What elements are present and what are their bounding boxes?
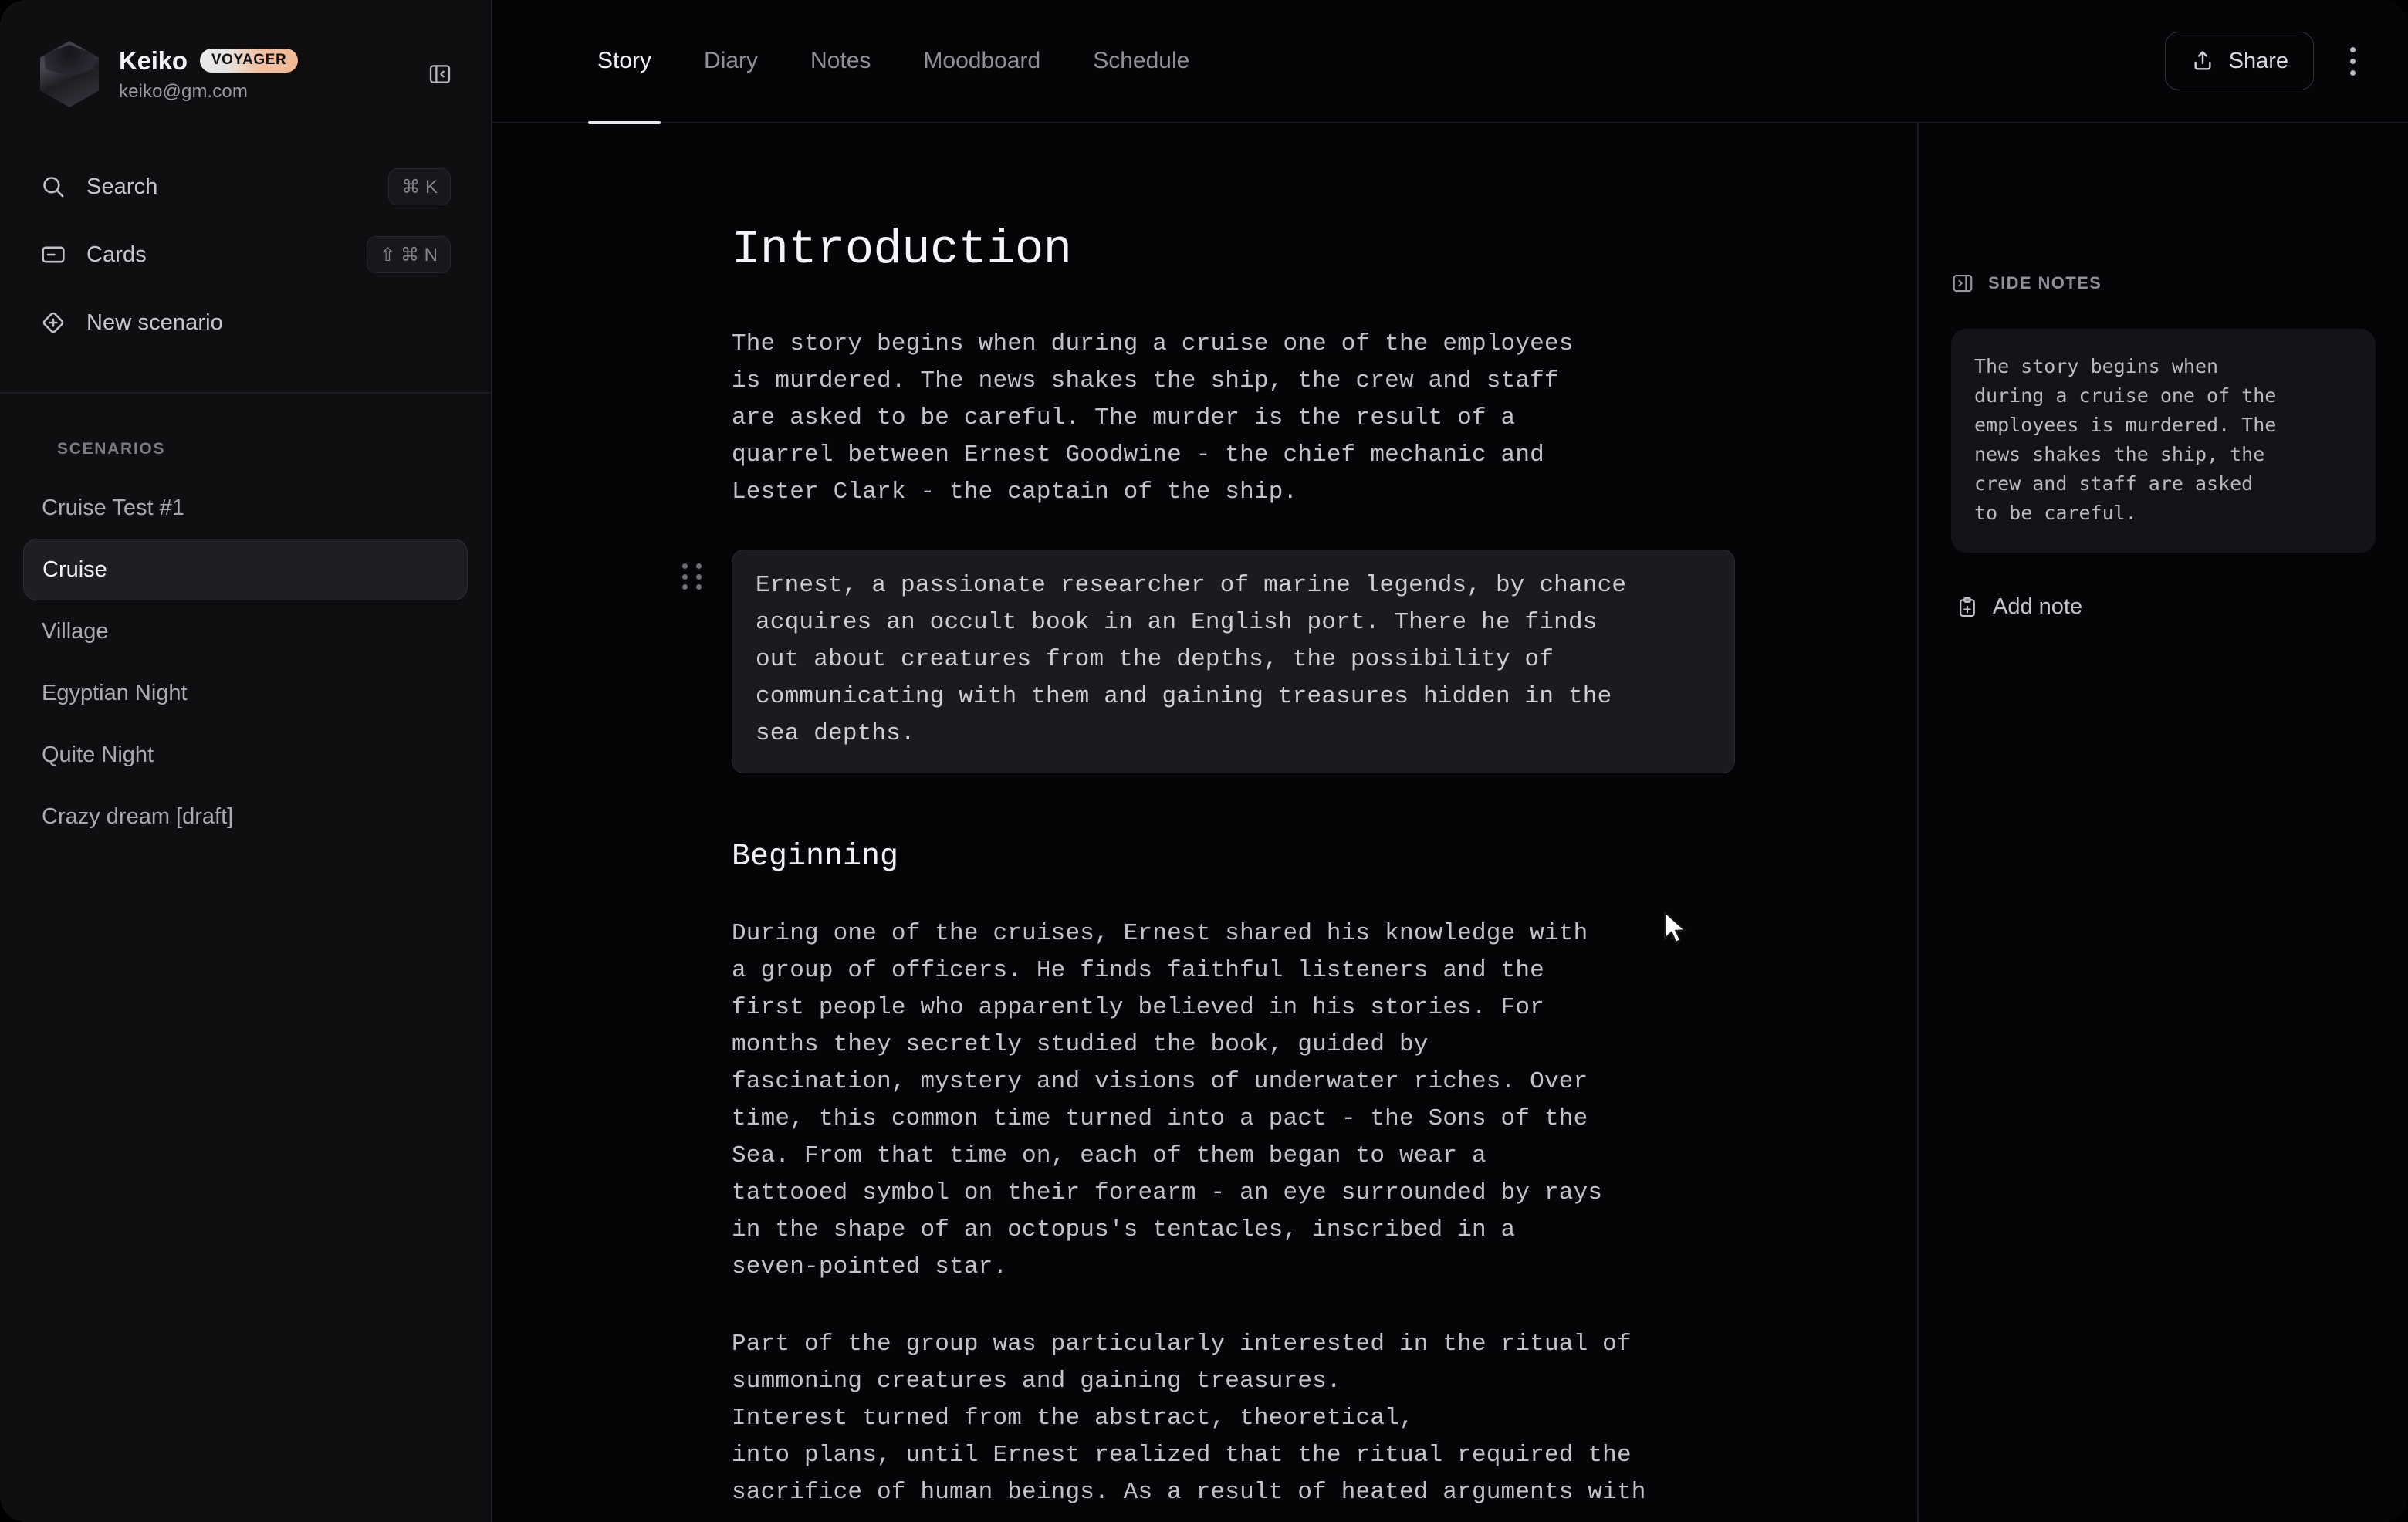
sidebar: Keiko VOYAGER keiko@gm.com Search ⌘ K Ca… bbox=[0, 0, 492, 1522]
drag-handle-dots-icon[interactable] bbox=[682, 563, 704, 590]
sidebar-item-new-scenario[interactable]: New scenario bbox=[23, 289, 468, 357]
body-row: Introduction The story begins when durin… bbox=[492, 123, 2408, 1522]
tab-notes[interactable]: Notes bbox=[784, 0, 897, 123]
scenario-item-cruise-test-1[interactable]: Cruise Test #1 bbox=[23, 477, 468, 539]
side-notes-panel: SIDE NOTES The story begins when during … bbox=[1917, 123, 2408, 1522]
main-column: Story Diary Notes Moodboard Schedule Sha… bbox=[492, 0, 2408, 1522]
sidebar-nav: Search ⌘ K Cards ⇧ ⌘ N New scenario bbox=[0, 148, 491, 357]
sidebar-item-label: Cards bbox=[86, 242, 147, 267]
top-bar-actions: Share bbox=[2164, 32, 2374, 90]
document-scroll: Introduction The story begins when durin… bbox=[492, 123, 1917, 1511]
avatar-image bbox=[40, 41, 99, 107]
tab-story[interactable]: Story bbox=[571, 0, 678, 124]
panel-collapse-left-icon bbox=[428, 62, 452, 86]
app-window: Keiko VOYAGER keiko@gm.com Search ⌘ K Ca… bbox=[0, 0, 2408, 1522]
account-name-row: Keiko VOYAGER bbox=[119, 46, 299, 76]
side-note-card[interactable]: The story begins when during a cruise on… bbox=[1951, 329, 2376, 553]
sidebar-item-label: Search bbox=[86, 174, 158, 199]
search-icon bbox=[40, 174, 73, 200]
intro-paragraph[interactable]: The story begins when during a cruise on… bbox=[732, 326, 1735, 511]
page-title: Introduction bbox=[732, 222, 1072, 277]
tab-bar: Story Diary Notes Moodboard Schedule bbox=[571, 0, 1216, 124]
account-identity: Keiko VOYAGER keiko@gm.com bbox=[119, 46, 299, 103]
share-upload-icon bbox=[2190, 49, 2215, 73]
card-icon bbox=[40, 242, 73, 268]
scenario-item-village[interactable]: Village bbox=[23, 600, 468, 662]
account-email: keiko@gm.com bbox=[119, 80, 248, 102]
scenario-item-cruise[interactable]: Cruise bbox=[23, 539, 468, 600]
cards-shortcut-chip: ⇧ ⌘ N bbox=[367, 236, 451, 273]
account-plan-badge: VOYAGER bbox=[199, 49, 299, 73]
avatar-hair bbox=[45, 45, 94, 77]
scenario-item-crazy-dream-draft[interactable]: Crazy dream [draft] bbox=[23, 786, 468, 847]
sidebar-item-cards[interactable]: Cards ⇧ ⌘ N bbox=[23, 221, 468, 289]
avatar[interactable] bbox=[38, 39, 101, 110]
kebab-menu-icon bbox=[2349, 46, 2356, 76]
add-note-label: Add note bbox=[1993, 594, 2083, 619]
diamond-plus-icon bbox=[40, 309, 73, 336]
side-notes-header: SIDE NOTES bbox=[1951, 272, 2376, 295]
beginning-paragraph[interactable]: During one of the cruises, Ernest shared… bbox=[732, 915, 1735, 1286]
sidebar-item-search[interactable]: Search ⌘ K bbox=[23, 153, 468, 221]
more-options-button[interactable] bbox=[2331, 32, 2374, 90]
tab-diary[interactable]: Diary bbox=[678, 0, 784, 123]
tab-moodboard[interactable]: Moodboard bbox=[897, 0, 1067, 123]
story-editor[interactable]: Introduction The story begins when durin… bbox=[492, 123, 1917, 1522]
document-content: Introduction The story begins when durin… bbox=[682, 222, 1735, 1511]
scenario-item-egyptian-night[interactable]: Egyptian Night bbox=[23, 662, 468, 724]
sidebar-item-label: New scenario bbox=[86, 309, 223, 335]
final-paragraph[interactable]: Part of the group was particularly inter… bbox=[732, 1326, 1735, 1511]
panel-expand-right-icon[interactable] bbox=[1951, 272, 1974, 295]
scenarios-section-title: SCENARIOS bbox=[57, 440, 166, 458]
share-button[interactable]: Share bbox=[2164, 32, 2314, 90]
share-button-label: Share bbox=[2228, 48, 2288, 73]
scenario-list: Cruise Test #1 Cruise Village Egyptian N… bbox=[0, 458, 491, 847]
side-notes-title: SIDE NOTES bbox=[1988, 273, 2102, 293]
scenario-item-quite-night[interactable]: Quite Night bbox=[23, 724, 468, 786]
sidebar-collapse-button[interactable] bbox=[423, 57, 457, 91]
highlighted-block-text: Ernest, a passionate researcher of marin… bbox=[756, 572, 1627, 748]
add-note-button[interactable]: Add note bbox=[1951, 594, 2376, 620]
account-name: Keiko bbox=[119, 46, 188, 75]
clipboard-plus-icon bbox=[1956, 596, 1979, 619]
highlighted-block-wrapper: Ernest, a passionate researcher of marin… bbox=[682, 550, 1735, 774]
highlighted-block[interactable]: Ernest, a passionate researcher of marin… bbox=[732, 550, 1735, 774]
section-heading-beginning: Beginning bbox=[732, 840, 899, 875]
tab-schedule[interactable]: Schedule bbox=[1067, 0, 1216, 123]
search-shortcut-chip: ⌘ K bbox=[388, 168, 451, 205]
top-bar: Story Diary Notes Moodboard Schedule Sha… bbox=[492, 0, 2408, 124]
account-header: Keiko VOYAGER keiko@gm.com bbox=[0, 0, 491, 148]
side-note-text: The story begins when during a cruise on… bbox=[1974, 355, 2277, 524]
